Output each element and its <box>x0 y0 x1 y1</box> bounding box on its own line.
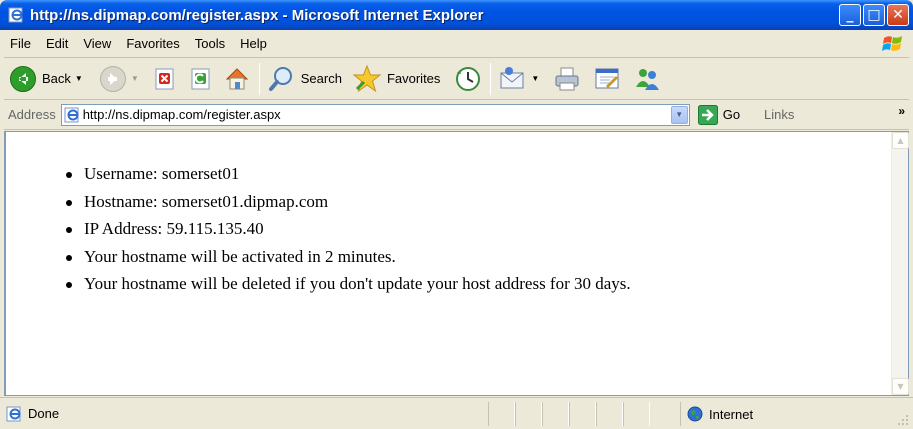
home-button[interactable] <box>220 61 254 97</box>
status-pane <box>596 402 623 426</box>
minimize-button[interactable]: _ <box>839 4 861 26</box>
history-icon <box>456 66 481 91</box>
list-item-hostname: Hostname: somerset01.dipmap.com <box>66 188 631 216</box>
back-button[interactable]: Back ▼ <box>6 61 86 97</box>
page-content: Username: somerset01 Hostname: somerset0… <box>4 131 909 396</box>
status-text: Done <box>28 406 60 421</box>
toolbar-separator <box>258 62 260 95</box>
status-pane <box>488 402 515 426</box>
chevron-up-icon: ▲ <box>897 136 904 145</box>
chevron-down-icon: ▼ <box>675 110 684 119</box>
toolbar-separator <box>490 62 492 95</box>
status-bar: Done Internet <box>0 397 913 429</box>
forward-button[interactable]: ▼ <box>96 61 142 97</box>
list-item-ip-address: IP Address: 59.115.135.40 <box>66 215 631 243</box>
status-pane <box>623 402 650 426</box>
edit-icon <box>595 68 619 88</box>
status-pane <box>569 402 596 426</box>
go-button[interactable]: Go <box>697 104 741 125</box>
magnifier-icon <box>268 66 292 91</box>
mail-icon <box>500 66 524 88</box>
favorites-label: Favorites <box>386 71 441 86</box>
menu-edit[interactable]: Edit <box>39 36 76 51</box>
favorites-button[interactable]: Favorites <box>349 61 443 97</box>
ie-page-icon <box>64 107 79 122</box>
go-label: Go <box>722 107 741 122</box>
messenger-icon <box>636 68 660 90</box>
address-bar: Address http://ns.dipmap.com/register.as… <box>4 100 909 130</box>
menu-favorites[interactable]: Favorites <box>119 36 187 51</box>
ie-page-icon <box>8 7 23 23</box>
status-pane <box>515 402 542 426</box>
links-chevron-icon[interactable]: » <box>898 104 905 118</box>
refresh-icon <box>191 68 210 89</box>
links-label[interactable]: Links <box>764 107 794 122</box>
status-panes <box>488 402 650 426</box>
refresh-button[interactable] <box>186 61 216 97</box>
back-dropdown-icon[interactable]: ▼ <box>75 74 83 83</box>
maximize-icon: □ <box>867 7 881 23</box>
resize-grip-icon[interactable] <box>897 414 909 426</box>
mail-dropdown-icon[interactable]: ▼ <box>531 74 539 83</box>
print-button[interactable] <box>550 61 584 97</box>
search-label: Search <box>300 71 342 86</box>
back-arrow-icon <box>10 65 36 92</box>
list-item-username: Username: somerset01 <box>66 160 631 188</box>
scroll-up-button[interactable]: ▲ <box>892 132 909 149</box>
security-zone[interactable]: Internet <box>680 402 753 426</box>
menu-help[interactable]: Help <box>233 36 275 51</box>
minimize-icon: _ <box>846 7 854 23</box>
go-arrow-icon <box>697 104 718 125</box>
status-pane <box>542 402 569 426</box>
registration-info-list: Username: somerset01 Hostname: somerset0… <box>66 160 631 298</box>
close-icon: ✕ <box>892 7 904 23</box>
standard-toolbar: Back ▼ ▼ Search Favorites ▼ <box>4 58 909 100</box>
scroll-down-button[interactable]: ▼ <box>892 378 909 395</box>
globe-icon <box>687 406 703 422</box>
chevron-down-icon: ▼ <box>897 382 904 391</box>
back-label: Back <box>42 71 71 86</box>
messenger-button[interactable] <box>630 61 664 97</box>
maximize-button[interactable]: □ <box>863 4 885 26</box>
list-item-deletion: Your hostname will be deleted if you don… <box>66 270 631 298</box>
zone-label: Internet <box>709 406 754 422</box>
search-button[interactable]: Search <box>265 61 345 97</box>
address-label: Address <box>8 107 56 122</box>
menu-bar: File Edit View Favorites Tools Help <box>4 30 909 58</box>
home-icon <box>225 67 248 89</box>
address-field[interactable]: http://ns.dipmap.com/register.aspx ▼ <box>60 103 690 126</box>
history-button[interactable] <box>451 61 485 97</box>
star-icon <box>352 64 382 92</box>
printer-icon <box>555 67 579 90</box>
title-bar[interactable]: http://ns.dipmap.com/register.aspx - Mic… <box>0 0 913 30</box>
menu-file[interactable]: File <box>4 36 39 51</box>
stop-button[interactable] <box>150 61 180 97</box>
windows-logo-icon <box>882 36 902 51</box>
close-button[interactable]: ✕ <box>887 4 909 26</box>
forward-dropdown-icon[interactable]: ▼ <box>131 74 139 83</box>
stop-icon <box>155 68 174 89</box>
vertical-scrollbar[interactable]: ▲ ▼ <box>891 132 909 395</box>
address-url[interactable]: http://ns.dipmap.com/register.aspx <box>83 107 281 122</box>
edit-button[interactable] <box>590 61 624 97</box>
mail-button[interactable]: ▼ <box>496 61 542 97</box>
address-dropdown-button[interactable]: ▼ <box>670 105 688 124</box>
menu-view[interactable]: View <box>76 36 119 51</box>
ie-page-icon <box>6 406 21 421</box>
window-title: http://ns.dipmap.com/register.aspx - Mic… <box>30 6 484 24</box>
list-item-activation: Your hostname will be activated in 2 min… <box>66 243 631 271</box>
forward-arrow-icon <box>99 65 126 92</box>
menu-tools[interactable]: Tools <box>188 36 233 51</box>
